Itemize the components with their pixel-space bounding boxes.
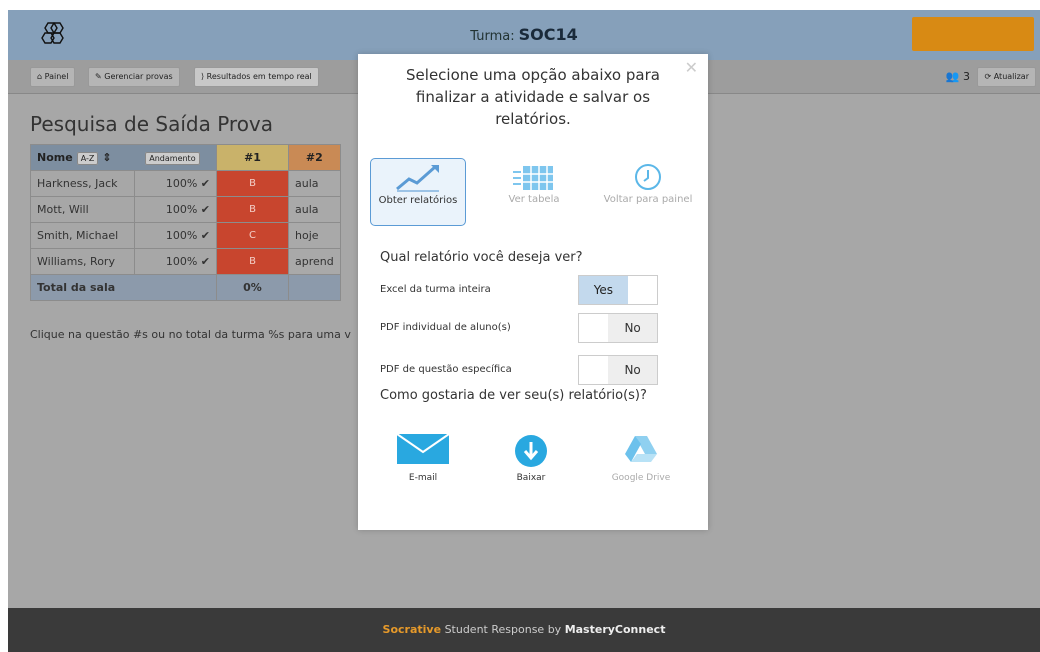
results-table: Nome A-Z ⇕ Andamento #1 #2 Harkness, Jack…: [30, 144, 341, 301]
chart-trend-icon: [396, 165, 439, 192]
sort-name-select[interactable]: A-Z: [76, 152, 99, 165]
painel-button[interactable]: ⌂ Painel: [30, 67, 76, 87]
modal-title: Selecione uma opção abaixo para finaliza…: [406, 66, 660, 128]
table-row: Smith, Michael 100% ✔ Choje: [30, 222, 341, 249]
sort-progress-select[interactable]: Andamento: [145, 152, 200, 165]
answer-cell[interactable]: hoje: [288, 222, 341, 249]
resultados-tab[interactable]: ⟩ Resultados em tempo real: [194, 67, 319, 87]
view-table-option[interactable]: Ver tabela: [486, 158, 582, 226]
google-drive-icon: [625, 436, 657, 462]
download-icon: [515, 435, 547, 467]
toggle-label: PDF individual de aluno(s): [380, 322, 511, 333]
toggle-label: PDF de questão específica: [380, 364, 512, 375]
grade-cell[interactable]: B: [216, 170, 289, 197]
student-name: Williams, Rory: [30, 248, 135, 275]
gerenciar-provas-button[interactable]: ✎ Gerenciar provas: [88, 67, 180, 87]
table-row: Mott, Will 100% ✔ Baula: [30, 196, 341, 223]
grade-cell[interactable]: C: [216, 222, 289, 249]
email-option[interactable]: E-mail: [378, 433, 468, 483]
student-progress: 100% ✔: [134, 170, 217, 197]
get-reports-option[interactable]: Obter relatórios: [370, 158, 466, 226]
student-progress: 100% ✔: [134, 196, 217, 223]
table-row: Williams, Rory 100% ✔ Baprend: [30, 248, 341, 275]
pdf-student-toggle[interactable]: No: [578, 313, 658, 343]
class-code: SOC14: [518, 25, 578, 44]
question-2-header[interactable]: #2: [288, 144, 341, 171]
footer: Socrative Student Response by MasteryCon…: [8, 608, 1040, 652]
total-row: Total da sala 0%: [30, 274, 341, 301]
orange-action-button[interactable]: [912, 17, 1034, 51]
student-progress: 100% ✔: [134, 248, 217, 275]
pdf-question-toggle[interactable]: No: [578, 355, 658, 385]
page-title: Pesquisa de Saída Prova: [30, 112, 274, 136]
top-bar: Turma: SOC14: [8, 10, 1040, 60]
answer-cell[interactable]: aprend: [288, 248, 341, 275]
google-drive-option[interactable]: Google Drive: [596, 434, 686, 483]
answer-cell[interactable]: aula: [288, 170, 341, 197]
grade-cell[interactable]: B: [216, 196, 289, 223]
name-header: Nome A-Z ⇕ Andamento: [30, 144, 217, 171]
table-icon: [513, 166, 553, 190]
question-1-header[interactable]: #1: [216, 144, 289, 171]
toggle-label: Excel da turma inteira: [380, 284, 491, 295]
student-name: Harkness, Jack: [30, 170, 135, 197]
report-modal: ✕ Selecione uma opção abaixo para finali…: [358, 54, 708, 530]
footer-company: MasteryConnect: [564, 623, 666, 636]
hint-text: Clique na questão #s ou no total da turm…: [30, 328, 351, 341]
student-progress: 100% ✔: [134, 222, 217, 249]
table-row: Harkness, Jack 100% ✔ Baula: [30, 170, 341, 197]
class-indicator: Turma: SOC14: [470, 25, 578, 44]
footer-brand: Socrative: [382, 623, 442, 636]
student-count: 👥 3: [945, 70, 970, 83]
excel-toggle[interactable]: Yes: [578, 275, 658, 305]
clock-icon: [635, 164, 661, 190]
atualizar-button[interactable]: ⟳ Atualizar: [977, 67, 1036, 87]
total-label: Total da sala: [30, 274, 217, 301]
student-name: Smith, Michael: [30, 222, 135, 249]
student-name: Mott, Will: [30, 196, 135, 223]
total-pct[interactable]: 0%: [216, 274, 289, 301]
grade-cell[interactable]: B: [216, 248, 289, 275]
envelope-icon: [396, 433, 450, 464]
answer-cell[interactable]: aula: [288, 196, 341, 223]
download-option[interactable]: Baixar: [486, 434, 576, 483]
share-question: Como gostaria de ver seu(s) relatório(s)…: [380, 388, 647, 403]
back-to-dashboard-option[interactable]: Voltar para painel: [600, 158, 696, 226]
report-question: Qual relatório você deseja ver?: [380, 250, 583, 265]
